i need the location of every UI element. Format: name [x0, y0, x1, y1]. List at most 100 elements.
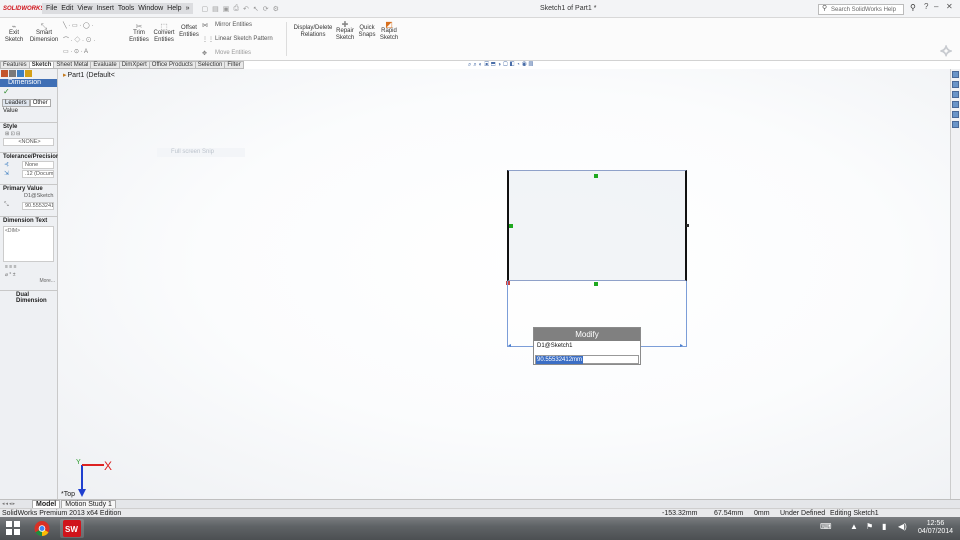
primary-value-section-title[interactable]: Primary Value	[0, 184, 57, 192]
resources-icon[interactable]	[952, 71, 959, 78]
mirror-icon: ⋈	[202, 23, 208, 29]
undo-icon[interactable]: ↶	[243, 5, 249, 13]
rebuild-icon[interactable]: ⟳	[263, 5, 269, 13]
feature-manager-icon[interactable]	[1, 70, 8, 77]
minimize-icon[interactable]: –	[934, 2, 938, 11]
action-center-icon[interactable]: ⚑	[866, 522, 873, 531]
rapid-sketch-icon: ◩	[385, 20, 393, 29]
tab-selection[interactable]: Selection	[194, 61, 226, 69]
custom-properties-icon[interactable]	[952, 121, 959, 128]
tab-sheet-metal[interactable]: Sheet Metal	[53, 61, 92, 69]
text-align-buttons[interactable]: ≡ ≡ ≡	[0, 264, 57, 270]
heads-up-view-toolbar[interactable]: ⌕⌕◐▣⬒◑▢◧◔◉▤	[468, 62, 535, 69]
dimension-text-section-title[interactable]: Dimension Text	[0, 216, 57, 224]
menu-help[interactable]: Help	[165, 5, 183, 12]
dimxpert-manager-icon[interactable]	[25, 70, 32, 77]
menu-pin-icon[interactable]: »	[184, 5, 192, 12]
primary-value-name: D1@Sketch1	[24, 193, 54, 199]
tray-expand-icon[interactable]: ▲	[850, 522, 858, 531]
ok-check-icon[interactable]: ✓	[0, 87, 57, 96]
tab-features[interactable]: Features	[0, 61, 30, 69]
quick-snaps-button[interactable]: Quick Snaps	[357, 25, 377, 39]
graphics-area[interactable]: Part1 (Default< Full screen Snip ◂ ▸ Mod…	[58, 69, 950, 499]
menu-edit[interactable]: Edit	[59, 5, 75, 12]
trim-entities-button[interactable]: ✂ Trim Entities	[128, 23, 150, 44]
chrome-icon[interactable]	[30, 519, 54, 538]
rapid-sketch-button[interactable]: ◩ Rapid Sketch	[378, 21, 400, 42]
tab-evaluate[interactable]: Evaluate	[90, 61, 120, 69]
view-palette-icon[interactable]	[952, 101, 959, 108]
tab-dimxpert[interactable]: DimXpert	[118, 61, 150, 69]
model-tabs: ◂◂◂▸ Model Motion Study 1	[0, 499, 960, 509]
search-input[interactable]: Search SolidWorks Help	[818, 4, 904, 15]
convert-entities-button[interactable]: ⬚ Convert Entities	[152, 23, 176, 44]
tab-other[interactable]: Other	[29, 99, 51, 107]
tolerance-type-select[interactable]: None	[22, 161, 54, 169]
dimension-text-input[interactable]: <DIM>	[3, 226, 54, 262]
volume-icon[interactable]: ◀)	[898, 522, 907, 531]
close-icon[interactable]: ✕	[946, 2, 953, 11]
menu-tools[interactable]: Tools	[116, 5, 136, 12]
bottom-midpoint-handle[interactable]	[594, 282, 598, 286]
arc-tools[interactable]: ⌒ · ◇ · ⊙ ·	[63, 35, 95, 44]
search-icon[interactable]: ⚲	[910, 3, 916, 12]
property-manager-icon[interactable]	[9, 70, 16, 77]
dual-dimension-section[interactable]: Dual Dimension	[0, 290, 57, 304]
precision-select[interactable]: .12 (Document)	[22, 170, 54, 178]
style-section-title[interactable]: Style	[0, 122, 57, 130]
keyboard-icon[interactable]: ⌨	[820, 522, 832, 531]
repair-sketch-button[interactable]: ✚ Repair Sketch	[334, 21, 356, 42]
menu-view[interactable]: View	[75, 5, 94, 12]
more-symbols-link[interactable]: More...	[0, 278, 57, 284]
sketch-rectangle[interactable]	[507, 170, 687, 281]
tab-filter[interactable]: Filter	[224, 61, 244, 69]
tab-sketch[interactable]: Sketch	[28, 61, 55, 69]
primary-value-input[interactable]: 90.55532412	[22, 202, 54, 210]
tolerance-section-title[interactable]: Tolerance/Precision	[0, 152, 60, 160]
windows-start-icon[interactable]	[6, 521, 20, 535]
text-tools[interactable]: ▭ · ⊙ · A	[63, 48, 88, 55]
top-midpoint-handle[interactable]	[594, 174, 598, 178]
display-delete-relations-button[interactable]: Display/Delete Relations	[290, 25, 336, 39]
style-buttons[interactable]: ⊞ ⊡ ⊟	[0, 131, 57, 137]
system-clock[interactable]: 12:56 04/07/2014	[918, 520, 953, 536]
dimension-value-icon: ⤡	[4, 202, 9, 208]
select-icon[interactable]: ↖	[253, 5, 259, 13]
line-tools[interactable]: ╲ · ▭ · ◯ ·	[63, 22, 93, 29]
menu-insert[interactable]: Insert	[94, 5, 116, 12]
dimension-arrow-left-icon: ◂	[508, 343, 512, 349]
tab-scroll-icons[interactable]: ◂◂◂▸	[0, 501, 32, 507]
smart-dimension-button[interactable]: ⤡ Smart Dimension	[29, 23, 59, 44]
right-midpoint-handle[interactable]	[686, 224, 689, 227]
move-entities-button[interactable]: Move Entities	[215, 50, 251, 56]
left-midpoint-handle[interactable]	[509, 224, 513, 228]
options-icon[interactable]: ⚙	[273, 5, 279, 13]
menu-file[interactable]: File	[44, 5, 59, 12]
exit-sketch-button[interactable]: ⌁ Exit Sketch	[2, 23, 26, 44]
new-icon[interactable]: ▢	[201, 5, 208, 13]
menu-window[interactable]: Window	[136, 5, 165, 12]
config-manager-icon[interactable]	[17, 70, 24, 77]
appearances-icon[interactable]	[952, 111, 959, 118]
quick-access-toolbar: ▢ ▤ ▣ ⎙ ↶ ↖ ⟳ ⚙	[201, 5, 278, 13]
network-icon[interactable]: ▮	[882, 522, 886, 531]
solidworks-taskbar-icon[interactable]: SW	[60, 519, 84, 538]
style-select[interactable]: <NONE>	[3, 138, 54, 146]
file-explorer-icon[interactable]	[952, 91, 959, 98]
tab-value[interactable]: Value	[0, 108, 57, 114]
mirror-entities-button[interactable]: Mirror Entities	[215, 22, 252, 28]
save-icon[interactable]: ▣	[223, 5, 230, 13]
smart-dimension-icon: ⤡	[40, 22, 48, 31]
modify-value-input[interactable]: 90.55532412mm	[535, 355, 639, 364]
help-icon[interactable]: ?	[924, 2, 928, 11]
print-icon[interactable]: ⎙	[233, 5, 239, 13]
linear-pattern-button[interactable]: Linear Sketch Pattern	[215, 36, 273, 42]
tab-leaders[interactable]: Leaders	[2, 99, 30, 107]
open-icon[interactable]: ▤	[212, 5, 219, 13]
design-library-icon[interactable]	[952, 81, 959, 88]
offset-entities-button[interactable]: Offset Entities	[177, 25, 201, 39]
pattern-icon: ⋮⋮	[202, 37, 214, 43]
pm-title: Dimension	[0, 79, 57, 87]
feature-tree-root[interactable]: Part1 (Default<	[63, 71, 115, 79]
tab-office-products[interactable]: Office Products	[148, 61, 196, 69]
